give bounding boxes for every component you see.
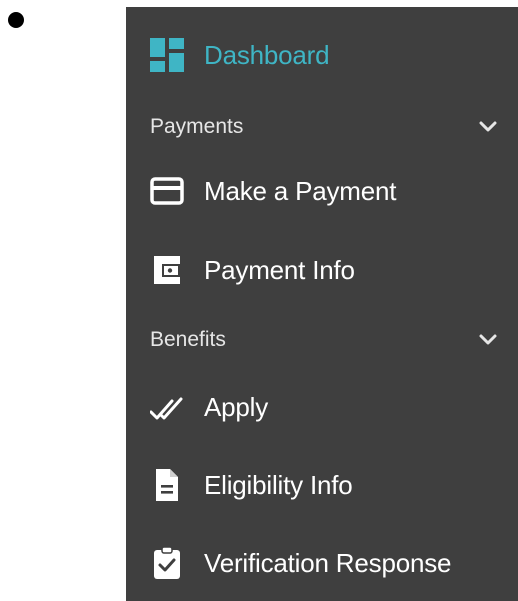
sidebar-item-eligibility-info[interactable]: Eligibility Info: [150, 465, 518, 505]
section-benefits[interactable]: Benefits: [150, 325, 518, 355]
double-check-icon: [150, 390, 184, 424]
section-label: Payments: [150, 115, 244, 138]
sidebar-item-label: Payment Info: [204, 254, 355, 285]
sidebar-item-make-a-payment[interactable]: Make a Payment: [150, 171, 518, 211]
wallet-icon: [150, 253, 184, 287]
sidebar-item-label: Make a Payment: [204, 175, 397, 206]
sidebar-item-dashboard[interactable]: Dashboard: [150, 35, 518, 75]
sidebar-item-label: Apply: [204, 391, 269, 422]
chevron-down-icon: [478, 331, 498, 349]
sidebar-item-payment-info[interactable]: Payment Info: [150, 250, 518, 290]
credit-card-icon: [150, 174, 184, 208]
sidebar-item-label: Eligibility Info: [204, 469, 353, 500]
document-icon: [150, 468, 184, 502]
sidebar-item-label: Dashboard: [204, 39, 330, 70]
dashboard-grid-icon: [150, 38, 184, 72]
sidebar-item-verification-response[interactable]: Verification Response: [150, 543, 518, 583]
sidebar-nav: Dashboard Payments Make a Payment Paymen…: [126, 7, 518, 601]
chevron-down-icon: [478, 118, 498, 136]
bullet-marker: [8, 12, 24, 28]
section-payments[interactable]: Payments: [150, 112, 518, 142]
sidebar-item-apply[interactable]: Apply: [150, 387, 518, 427]
section-label: Benefits: [150, 328, 226, 351]
page: Dashboard Payments Make a Payment Paymen…: [0, 0, 518, 601]
sidebar-item-label: Verification Response: [204, 547, 452, 578]
clipboard-check-icon: [150, 546, 184, 580]
